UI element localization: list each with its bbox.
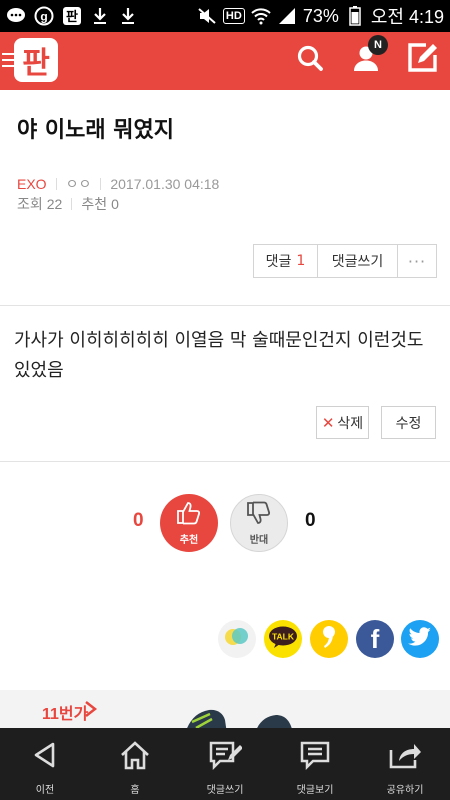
meta-separator [100, 178, 102, 190]
divider [0, 305, 450, 306]
comment-count-button[interactable]: 댓글 1 [254, 245, 318, 277]
post-nickname: ㅇㅇ [65, 176, 92, 192]
battery-percent: 73% [302, 5, 339, 26]
delete-x-icon: ✕ [321, 413, 335, 432]
kakaotalk-label: TALK [272, 632, 295, 642]
nav-view-comments[interactable]: 댓글보기 [270, 728, 360, 800]
nav-label: 댓글보기 [296, 785, 334, 796]
upvote-label: 추천 [179, 534, 199, 546]
post-meta: EXO ㅇㅇ 2017.01.30 04:18 [17, 174, 219, 194]
share-multi-icon [224, 626, 250, 652]
nav-home[interactable]: 홈 [90, 728, 180, 800]
hd-icon: HD [222, 8, 245, 24]
search-button[interactable] [294, 44, 326, 76]
ad-brand: 11번가 [42, 706, 89, 723]
nav-label: 공유하기 [386, 785, 424, 796]
bottom-nav: 이전 홈 댓글쓰기 댓글보기 공유하기 [0, 728, 450, 800]
download-icon [118, 6, 138, 26]
kakaostory-icon [321, 624, 337, 654]
nav-write-comment[interactable]: 댓글쓰기 [180, 728, 270, 800]
thumbs-down-icon [246, 501, 272, 529]
home-icon [119, 740, 151, 774]
delete-button[interactable]: ✕ 삭제 [316, 406, 369, 439]
views-label: 조회 [17, 196, 43, 212]
wifi-icon [251, 6, 271, 26]
write-button[interactable] [406, 42, 438, 78]
twitter-button[interactable] [401, 620, 439, 658]
comment-count: 1 [296, 253, 306, 269]
write-icon [406, 42, 438, 78]
post-date: 2017.01.30 04:18 [110, 176, 220, 192]
ad-product-image [180, 704, 310, 728]
clock: 오전 4:19 [370, 7, 444, 27]
mute-icon [197, 6, 217, 26]
facebook-button[interactable]: f [356, 620, 394, 658]
edit-button[interactable]: 수정 [381, 406, 436, 439]
app-logo[interactable]: 판 [14, 38, 58, 82]
downvote-button[interactable]: 반대 [230, 494, 288, 552]
comment-label: 댓글 [265, 254, 292, 270]
upvote-button[interactable]: 추천 [160, 494, 218, 552]
post-stats: 조회 22 추천 0 [17, 194, 119, 214]
meta-separator [55, 178, 57, 190]
nav-label: 홈 [130, 785, 140, 796]
share-icon [388, 740, 422, 774]
battery-icon [345, 6, 365, 26]
nav-label: 이전 [35, 785, 55, 796]
app-header: 판 N [0, 32, 450, 90]
thumbs-up-icon [176, 501, 202, 529]
chat-bubble-icon [6, 6, 26, 26]
svg-text:g: g [40, 10, 47, 24]
downvote-count: 0 [305, 510, 316, 531]
nav-back[interactable]: 이전 [0, 728, 90, 800]
recommend-count: 0 [111, 196, 119, 212]
views-count: 22 [46, 196, 63, 212]
download-icon [90, 6, 110, 26]
post-author[interactable]: EXO [17, 176, 47, 192]
kakaostory-button[interactable] [310, 620, 348, 658]
signal-icon [277, 6, 297, 26]
post-title: 야 이노래 뭐였지 [17, 118, 174, 143]
g-app-icon: g [34, 6, 54, 26]
ad-arrow-icon [84, 700, 98, 722]
divider [0, 461, 450, 462]
ad-banner[interactable]: 11번가 [0, 690, 450, 728]
write-comment-icon [208, 740, 243, 774]
status-bar: g 판 HD 73% 오전 4:19 [0, 0, 450, 32]
kakaotalk-button[interactable]: TALK [264, 620, 302, 658]
downvote-label: 반대 [249, 534, 269, 546]
notification-badge: N [368, 35, 388, 55]
write-comment-button[interactable]: 댓글쓰기 [318, 245, 398, 277]
share-multi-button[interactable] [218, 620, 256, 658]
svg-text:판: 판 [66, 9, 78, 25]
search-icon [296, 44, 324, 76]
comment-text: 가사가 이히히히히히 이열음 막 술때문인건지 이런것도 있었음 [14, 330, 424, 381]
view-comments-icon [299, 740, 331, 774]
upvote-count: 0 [133, 510, 144, 531]
nav-label: 댓글쓰기 [206, 785, 244, 796]
back-icon [30, 740, 60, 774]
post-actions: 댓글 1 댓글쓰기 ··· [253, 244, 437, 278]
kakaotalk-icon: TALK [267, 625, 299, 653]
recommend-label: 추천 [81, 196, 108, 212]
nav-share[interactable]: 공유하기 [360, 728, 450, 800]
meta-separator [71, 198, 73, 210]
delete-label: 삭제 [337, 415, 364, 432]
pan-app-icon: 판 [62, 6, 82, 26]
facebook-icon: f [370, 623, 380, 654]
more-button[interactable]: ··· [398, 245, 436, 277]
twitter-icon [408, 627, 432, 651]
